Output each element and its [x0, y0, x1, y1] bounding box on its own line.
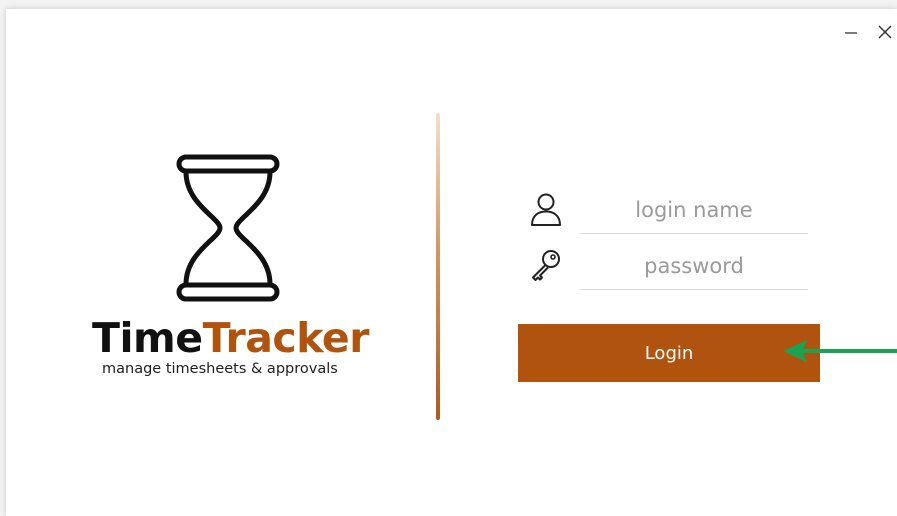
login-name-row: [520, 189, 808, 234]
password-underline: [580, 289, 808, 290]
login-window: TimeTracker manage timesheets & approval…: [6, 9, 897, 516]
app-tagline: manage timesheets & approvals: [102, 361, 338, 377]
minimize-button[interactable]: [840, 21, 862, 43]
vertical-divider: [436, 113, 440, 420]
key-icon: [532, 250, 560, 281]
app-name: TimeTracker: [92, 314, 370, 362]
app-name-part2: Tracker: [202, 314, 370, 362]
user-icon: [531, 193, 561, 226]
password-input[interactable]: [580, 245, 808, 287]
login-name-input[interactable]: [580, 189, 808, 231]
hourglass-icon: [176, 154, 280, 302]
password-row: [520, 245, 808, 290]
app-name-part1: Time: [92, 314, 203, 362]
minimize-icon: [845, 32, 857, 34]
login-name-underline: [580, 233, 808, 234]
close-icon: [878, 25, 892, 39]
pointer-arrow-icon: [783, 340, 897, 362]
close-button[interactable]: [874, 21, 896, 43]
login-button[interactable]: Login: [518, 324, 820, 382]
